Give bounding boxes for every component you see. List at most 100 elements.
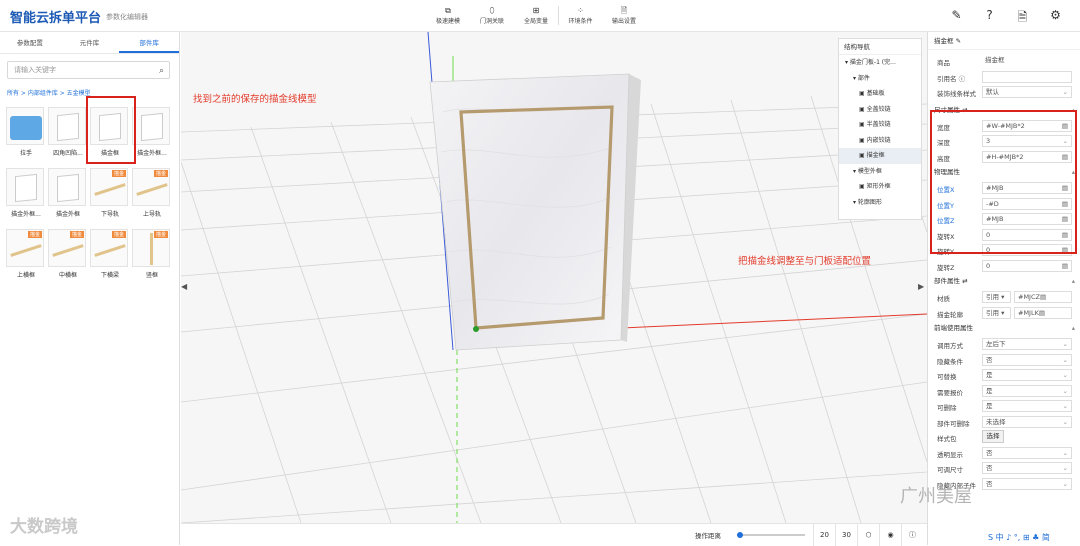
reference-select[interactable]: 引用 ▾ [982, 306, 1011, 319]
chevron-down-icon[interactable]: ⌄ [1063, 448, 1068, 458]
formula-icon[interactable]: ▤ [1062, 261, 1068, 271]
property-row: 透明显示 否 ⌄ [928, 446, 1080, 460]
nav-item[interactable]: ▾ 模型外框 [839, 164, 921, 180]
part-item[interactable]: 四角凹陷... [48, 107, 88, 162]
part-label: 描金外框... [137, 150, 167, 157]
property-input[interactable]: 是 ⌄ [982, 400, 1072, 412]
slider-knob[interactable] [737, 532, 744, 538]
annotation-right: 把描金线调整至与门板适配位置 [738, 256, 872, 267]
search-icon[interactable]: ⌕ [159, 63, 164, 79]
nav-item[interactable]: ▾ 轮廓图形 [839, 195, 921, 211]
chevron-down-icon[interactable]: ⌄ [1063, 401, 1068, 411]
part-item[interactable]: 描金外框... [132, 107, 172, 162]
info-icon[interactable]: ⓘ [901, 524, 923, 546]
caret-up-icon[interactable]: ▴ [1072, 321, 1075, 335]
view-2d-button[interactable]: 20 [813, 524, 835, 546]
part-item[interactable]: 描金外框 [48, 168, 88, 223]
section-header[interactable]: 前端使用属性 ▴ [928, 321, 1080, 335]
nav-item[interactable]: ▣ 内嵌铰链 [839, 133, 921, 149]
tab-parts[interactable]: 部件库 [119, 32, 180, 53]
nav-item[interactable]: ▣ 基础板 [839, 86, 921, 102]
collapse-right-icon[interactable]: ▶ [918, 282, 924, 291]
chevron-down-icon[interactable]: ⌄ [1063, 479, 1068, 489]
view-3d-button[interactable]: 30 [835, 524, 857, 546]
property-row: 装饰线条样式 默认 ⌄ [928, 85, 1080, 99]
env-condition-button[interactable]: ⁘ 环境条件 [558, 6, 602, 25]
reference-select[interactable]: 引用 ▾ [982, 291, 1011, 303]
collapse-left-icon[interactable]: ◀ [181, 282, 187, 291]
switch-icon[interactable]: ⇄ [960, 277, 967, 285]
gear-icon[interactable]: ⚙ [1039, 8, 1072, 29]
part-item[interactable]: 描金 下导轨 [90, 168, 130, 223]
section-header[interactable]: 部件属性 ⇄ ▴ [928, 274, 1080, 288]
property-input[interactable]: 左后下 ⌄ [982, 338, 1072, 350]
search-input[interactable]: 请输入关键字 ⌕ [7, 61, 170, 79]
nav-item[interactable]: ▾ 描金门板-1 (完... [839, 55, 921, 71]
property-input[interactable]: #MJLK▤ [1014, 306, 1072, 319]
chevron-down-icon[interactable]: ⌄ [1063, 370, 1068, 380]
formula-icon[interactable]: ▤ [1039, 309, 1045, 317]
nav-item[interactable]: ▾ 部件 [839, 71, 921, 87]
eye-icon[interactable]: ◉ [879, 524, 901, 546]
property-input[interactable]: 是 ⌄ [982, 384, 1072, 397]
property-input[interactable]: 默认 ⌄ [982, 86, 1072, 98]
nav-item[interactable]: ▣ 半盖铰链 [839, 117, 921, 133]
3d-viewport[interactable]: 找到之前的保存的描金线模型 把描金线调整至与门板适配位置 结构导航 ▾ 描金门板… [181, 32, 927, 523]
quick-model-button[interactable]: ⧉ 极速建模 [426, 6, 470, 25]
chevron-down-icon[interactable]: ⌄ [1063, 355, 1068, 365]
output-settings-button[interactable]: 🗎 输出设置 [602, 6, 646, 25]
door-link-button[interactable]: ⬯ 门洞关联 [470, 6, 514, 25]
part-item[interactable]: 描金 竖框 [132, 229, 172, 284]
edit-icon[interactable]: ✎ [940, 8, 973, 29]
pencil-icon[interactable]: ✎ [956, 37, 961, 45]
tab-components[interactable]: 元件库 [60, 32, 120, 53]
breadcrumb[interactable]: 所有 > 内部组件库 > 五金模型 [7, 88, 91, 97]
part-item[interactable]: 拉手 [6, 107, 46, 162]
distance-slider[interactable] [737, 532, 805, 538]
tab-params[interactable]: 参数配置 [0, 32, 60, 53]
property-input[interactable]: #MJCZ▤ [1014, 291, 1072, 303]
chevron-down-icon[interactable]: ⌄ [1063, 339, 1068, 349]
document-icon[interactable]: 🗎 [1006, 8, 1039, 29]
property-input[interactable]: 是 ⌄ [982, 369, 1072, 381]
nav-item[interactable]: ▣ 描金框 [839, 148, 921, 164]
property-input[interactable]: 否 ⌄ [982, 462, 1072, 474]
property-label: 商品 [937, 59, 950, 67]
property-input[interactable]: 未选择 ⌄ [982, 415, 1072, 428]
formula-icon[interactable]: ▤ [1040, 293, 1046, 301]
rail-shape [94, 244, 126, 257]
style-select-button[interactable]: 选择 [982, 430, 1004, 443]
property-input[interactable]: 否 ⌄ [982, 446, 1072, 459]
part-item[interactable]: 描金外框... [6, 168, 46, 223]
caret-up-icon[interactable]: ▴ [1072, 274, 1075, 288]
part-item[interactable]: 描金 上横框 [6, 229, 46, 284]
property-label: 样式包 [937, 435, 957, 443]
part-item[interactable]: 描金 上导轨 [132, 168, 172, 223]
property-input[interactable]: 否 ⌄ [982, 477, 1072, 490]
ime-toolbar[interactable]: S 中 ♪ °, ⊞ ♣ 简 [988, 532, 1050, 543]
part-item[interactable]: 描金 下横梁 [90, 229, 130, 284]
nav-item[interactable]: ▣ 矩形外框 [839, 179, 921, 195]
nav-item[interactable]: ▣ 全盖铰链 [839, 102, 921, 118]
top-right-icons: ✎ ? 🗎 ⚙ [940, 8, 1072, 29]
scene-svg[interactable] [181, 32, 927, 523]
part-item[interactable]: 描金 中横框 [48, 229, 88, 284]
global-vars-button[interactable]: ⊞ 全局变量 [514, 6, 558, 25]
property-input[interactable]: 0 ▤ [982, 259, 1072, 272]
chevron-down-icon[interactable]: ⌄ [1063, 87, 1068, 97]
chevron-down-icon[interactable]: ⌄ [1063, 417, 1068, 427]
panel-shape [15, 173, 37, 203]
cube-icon[interactable]: ⬡ [857, 524, 879, 546]
part-thumbnail [48, 168, 86, 206]
property-input[interactable] [982, 70, 1072, 83]
property-row: 可调尺寸 否 ⌄ [928, 461, 1080, 475]
property-input[interactable]: 否 ⌄ [982, 353, 1072, 366]
chevron-down-icon[interactable]: ⌄ [1063, 386, 1068, 396]
part-label: 上横框 [16, 272, 35, 279]
help-icon[interactable]: ? [973, 8, 1006, 29]
highlight-size-position [930, 110, 1077, 254]
chevron-down-icon[interactable]: ⌄ [1063, 463, 1068, 473]
property-label: 材质 [937, 295, 950, 303]
distance-label: 操作距离 [695, 532, 721, 540]
nav-item-label: 描金门板-1 (完... [849, 59, 896, 66]
